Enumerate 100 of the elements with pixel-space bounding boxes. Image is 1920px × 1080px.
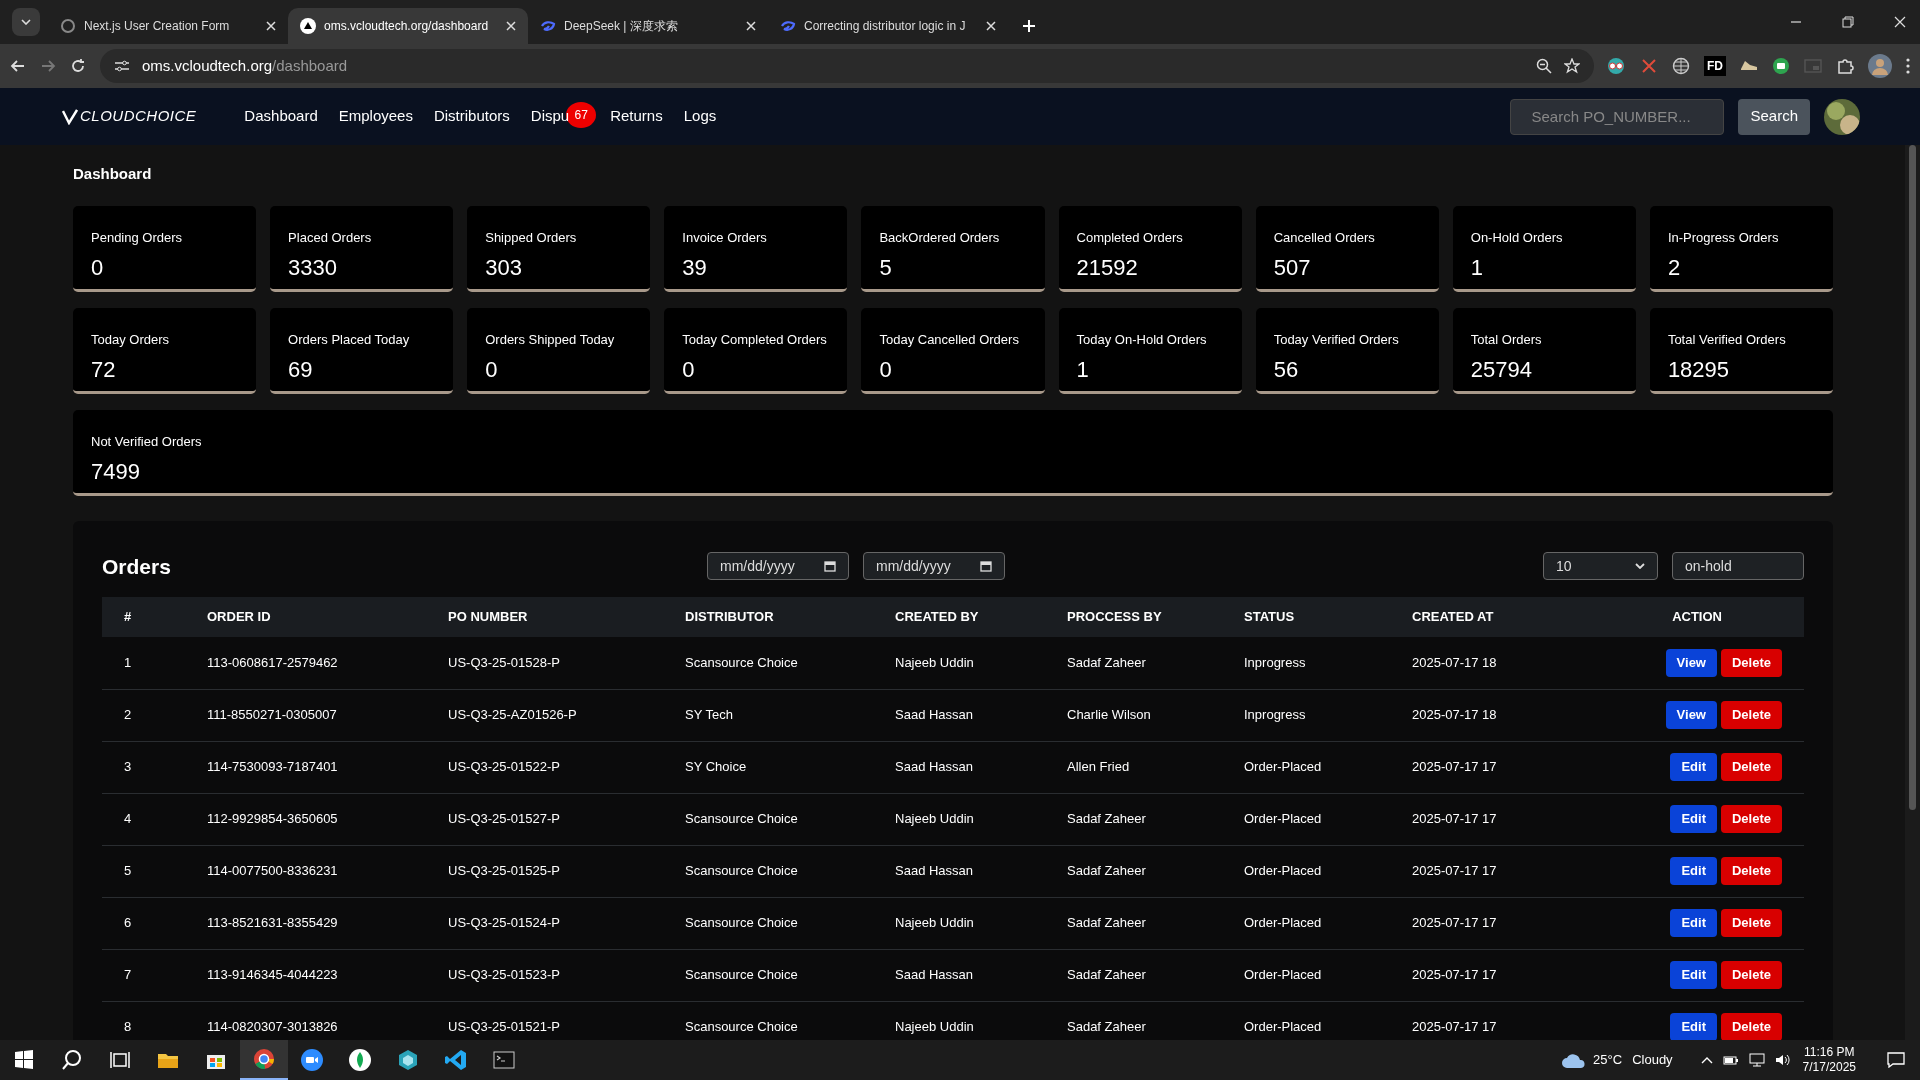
stat-label: BackOrdered Orders xyxy=(879,228,1001,247)
terminal-icon xyxy=(492,1048,516,1072)
glasses-icon[interactable] xyxy=(1608,57,1626,75)
edit-button[interactable]: Edit xyxy=(1670,753,1717,781)
table-cell: 113-9146345-4044223 xyxy=(206,949,447,1001)
close-icon[interactable] xyxy=(1894,16,1906,28)
network-icon[interactable] xyxy=(1748,1053,1765,1067)
section-title: Orders xyxy=(102,553,172,580)
date-field[interactable]: mm/dd/yyyy xyxy=(863,552,1005,581)
search-field[interactable]: Search PO_NUMBER... xyxy=(1510,98,1725,135)
address-bar[interactable]: oms.vcloudtech.org/dashboard xyxy=(100,49,1594,83)
chevron-down-icon xyxy=(1635,563,1645,570)
close-icon[interactable] xyxy=(746,21,756,31)
whale-icon xyxy=(780,18,796,34)
extensions-icon[interactable] xyxy=(1836,57,1854,75)
clock-date: 7/17/2025 xyxy=(1802,1060,1856,1075)
delete-button[interactable]: Delete xyxy=(1720,857,1782,885)
table-cell: 6 xyxy=(102,897,206,949)
stat-value: 18295 xyxy=(1667,356,1731,384)
stat-label: Today Completed Orders xyxy=(682,330,828,349)
stat-value: 7499 xyxy=(91,458,141,486)
table-cell: Saad Hassan xyxy=(894,845,1066,897)
view-button[interactable]: View xyxy=(1665,648,1717,677)
calendar-icon[interactable] xyxy=(980,560,992,573)
brand-name: CLOUDCHOICE xyxy=(80,106,197,127)
tab-list-button[interactable] xyxy=(12,8,40,36)
page-size-select[interactable]: 10 xyxy=(1543,552,1658,581)
table-cell: Scansource Choice xyxy=(684,949,894,1001)
reload-icon[interactable] xyxy=(70,58,86,74)
view-button[interactable]: View xyxy=(1665,701,1717,729)
browser-tab[interactable]: Correcting distributor logic in J xyxy=(768,8,1008,44)
table-cell: Sadaf Zaheer xyxy=(1066,897,1243,949)
globe-icon[interactable] xyxy=(1672,57,1690,75)
table-cell: SY Choice xyxy=(684,741,894,793)
back-icon[interactable] xyxy=(10,58,26,74)
close-icon[interactable] xyxy=(986,21,996,31)
extension-button[interactable]: FD xyxy=(1704,56,1726,76)
table-cell: 2025-07-17 17 xyxy=(1411,741,1581,793)
avatar[interactable] xyxy=(1868,54,1892,78)
edit-button[interactable]: Edit xyxy=(1670,1013,1717,1040)
delete-button[interactable]: Delete xyxy=(1720,961,1782,989)
column-header: CREATED AT xyxy=(1411,597,1581,637)
status-filter-field[interactable]: on-hold xyxy=(1672,552,1804,581)
delete-button[interactable]: Delete xyxy=(1720,1013,1782,1040)
more-icon[interactable] xyxy=(1906,58,1910,74)
star-icon[interactable] xyxy=(1564,58,1580,74)
stat-label: On-Hold Orders xyxy=(1470,228,1564,247)
calendar-icon[interactable] xyxy=(824,560,836,573)
close-icon[interactable] xyxy=(266,21,276,31)
restore-icon[interactable] xyxy=(1842,16,1854,28)
nav-link[interactable]: Returns xyxy=(610,105,663,128)
robot-icon[interactable] xyxy=(1772,57,1790,75)
close-icon[interactable] xyxy=(506,21,516,31)
avatar[interactable] xyxy=(1824,98,1860,135)
table-cell: US-Q3-25-01522-P xyxy=(447,741,684,793)
add-tab-icon[interactable] xyxy=(1022,19,1036,33)
stat-label: Invoice Orders xyxy=(682,228,768,247)
stat-value: 507 xyxy=(1273,254,1312,282)
site-settings-icon[interactable] xyxy=(114,59,130,73)
table-cell: 2025-07-17 18 xyxy=(1411,689,1581,741)
table-cell: 2025-07-17 18 xyxy=(1411,637,1581,689)
delete-button[interactable]: Delete xyxy=(1720,909,1782,937)
table-cell: US-Q3-25-01523-P xyxy=(447,949,684,1001)
browser-tab[interactable]: Next.js User Creation Form xyxy=(48,8,288,44)
delete-button[interactable]: Delete xyxy=(1720,753,1782,781)
search-button[interactable]: Search xyxy=(1738,98,1810,135)
delete-button[interactable]: Delete xyxy=(1720,701,1782,729)
nav-link[interactable]: Employees xyxy=(338,105,413,128)
nav-link[interactable]: Dashboard xyxy=(244,105,318,128)
battery-icon[interactable] xyxy=(1722,1054,1739,1066)
nav-link[interactable]: Logs xyxy=(683,105,717,128)
table-cell: 113-0608617-2579462 xyxy=(206,637,447,689)
taskbar-button[interactable] xyxy=(240,1040,288,1080)
date-field[interactable]: mm/dd/yyyy xyxy=(707,552,849,581)
edit-button[interactable]: Edit xyxy=(1670,909,1717,937)
stat-label: Today On-Hold Orders xyxy=(1076,330,1208,349)
table-cell: Order-Placed xyxy=(1243,741,1411,793)
edit-button[interactable]: Edit xyxy=(1670,961,1717,989)
table-cell: Charlie Wilson xyxy=(1066,689,1243,741)
zoom-icon[interactable] xyxy=(1536,58,1552,74)
speaker-icon[interactable] xyxy=(1774,1053,1791,1067)
browser-tab[interactable]: oms.vcloudtech.org/dashboard xyxy=(288,8,528,44)
edit-button[interactable]: Edit xyxy=(1670,857,1717,885)
table-cell: US-Q3-25-AZ01526-P xyxy=(447,689,684,741)
browser-tab[interactable]: DeepSeek | 深度求索 xyxy=(528,8,768,44)
forward-icon[interactable] xyxy=(40,58,56,74)
stat-label: Shipped Orders xyxy=(485,228,578,247)
chevron-up-icon[interactable] xyxy=(1700,1056,1713,1064)
table-cell: 2025-07-17 17 xyxy=(1411,949,1581,1001)
scrollbar-thumb[interactable] xyxy=(1909,145,1916,810)
cross-icon[interactable] xyxy=(1640,57,1658,75)
stat-value: 72 xyxy=(91,356,117,384)
scrollbar[interactable] xyxy=(1905,145,1920,1040)
nav-link[interactable]: Distributors xyxy=(433,105,510,128)
delete-button[interactable]: Delete xyxy=(1720,648,1782,677)
edit-button[interactable]: Edit xyxy=(1670,805,1717,833)
delete-button[interactable]: Delete xyxy=(1720,805,1782,833)
stat-label: Total Verified Orders xyxy=(1667,330,1787,349)
stat-label: Today Verified Orders xyxy=(1273,330,1400,349)
table-cell: Scansource Choice xyxy=(684,793,894,845)
